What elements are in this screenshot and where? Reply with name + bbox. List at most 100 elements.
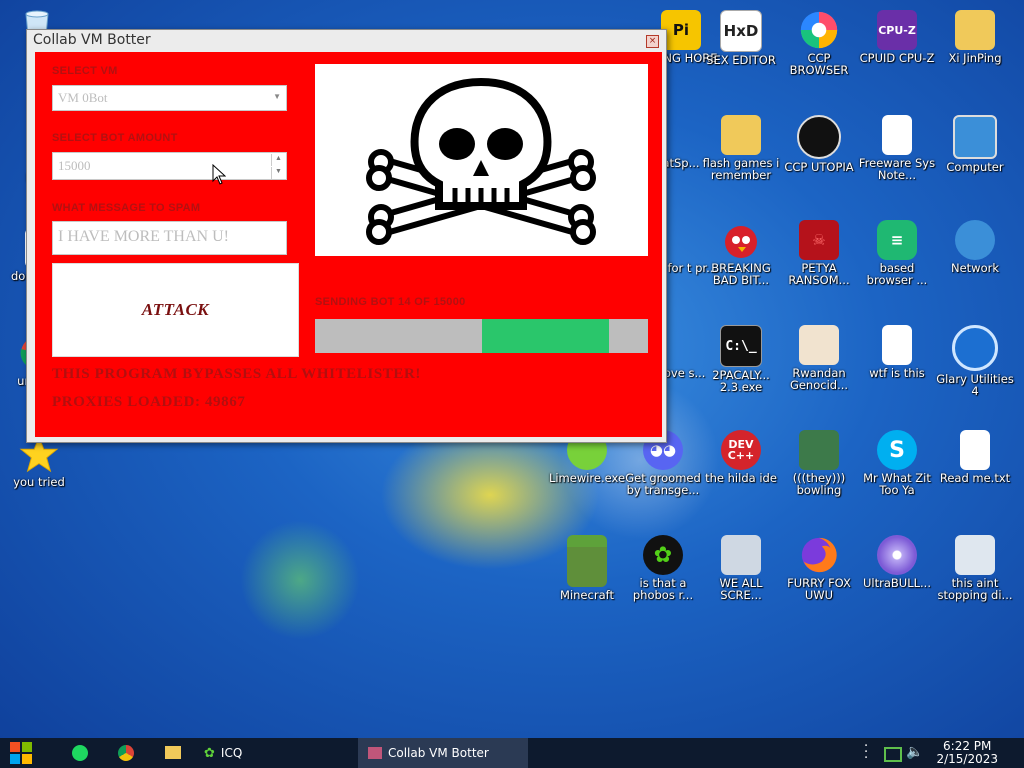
select-vm-dropdown[interactable]: VM 0Bot ▼ [52,85,287,111]
select-vm-label: SELECT VM [52,65,118,77]
app-icon [661,220,701,260]
collab-vm-botter-window: Collab VM Botter × SELECT VM VM 0Bot ▼ S… [26,29,667,443]
desktop-icon-label: WE ALL SCRE... [719,576,763,602]
skull-image-panel [315,64,648,256]
meme-icon [799,325,839,365]
desktop-icon-phobos[interactable]: ✿ is that a phobos r... [622,535,704,601]
desktop-icon-label: based browser ... [866,261,928,287]
desktop-icon-cpuz[interactable]: CPU-Z CPUID CPU-Z [856,10,938,64]
text-file-icon [882,325,912,365]
attack-button[interactable]: ATTACK [52,263,299,357]
cpuz-icon: CPU-Z [877,10,917,50]
desktop-icon-label: BREAKING BAD BIT... [711,261,771,287]
glary-icon [952,325,998,371]
text-file-icon [960,430,990,470]
desktop-icon-wtf-is-this[interactable]: wtf is this [856,325,938,379]
hxd-icon: HxD [720,10,762,52]
mouse-cursor-icon [212,164,226,185]
select-vm-value: VM 0Bot [58,90,108,105]
start-button[interactable] [10,742,32,764]
network-tray-icon[interactable] [884,747,902,762]
desktop-icon-skype[interactable]: S Mr What Zit Too Ya [856,430,938,496]
folder-user-icon [955,10,995,50]
stepper-down-icon[interactable]: ▼ [271,167,285,179]
desktop-icon-label: CCP UTOPIA [784,160,854,174]
taskbar-app-collab-vm-botter[interactable]: Collab VM Botter [358,738,528,768]
skull-icon: ☠ [799,220,839,260]
collab-vm-icon [368,747,382,759]
desktop-icon-label: flash games i remember [702,156,780,182]
desktop-icon-this-aint-stopping[interactable]: this aint stopping di... [934,535,1016,601]
desktop-icon-read-me[interactable]: Read me.txt [934,430,1016,484]
message-value: I HAVE MORE THAN U! [58,228,229,245]
firefox-icon [799,535,839,575]
desktop-icon-computer[interactable]: Computer [934,115,1016,173]
sending-status-text: SENDING BOT 14 OF 15000 [315,296,466,308]
desktop-icon-label: Glary Utilities 4 [936,372,1014,398]
folder-icon [721,115,761,155]
installer-icon [955,535,995,575]
network-icon [955,220,995,260]
taskbar-app-icq[interactable]: ✿ ICQ [204,738,242,768]
desktop-icon-label: Limewire.exe [548,471,626,485]
desktop-icon-we-all-scream[interactable]: WE ALL SCRE... [700,535,782,601]
desktop-icon-label: Read me.txt [939,471,1011,485]
desktop-icon-label: (((they))) bowling [792,471,846,497]
clock-date: 2/15/2023 [936,752,998,766]
desktop-icon-label: Mr What Zit Too Ya [863,471,931,497]
skull-crossbones-icon [366,77,596,245]
desktop-icon-freeware-sys-note[interactable]: Freeware Sys Note... [856,115,938,181]
desktop-icon-hilda-ide[interactable]: DEV C++ the hilda ide [700,430,782,484]
desktop-icon-sex-editor[interactable]: HxD SEX EDITOR [700,10,782,66]
desktop-icon-label: Rwandan Genocid... [789,366,849,392]
progress-fill [482,319,609,353]
desktop-icon-label: 2PACALY... 2.3.exe [712,368,770,394]
desktop-icon-glary[interactable]: Glary Utilities 4 [934,325,1016,397]
volume-icon[interactable]: 🔈 [906,744,923,760]
bot-amount-stepper[interactable]: 15000 ▲ ▼ [52,152,287,180]
desktop-icon-label: Freeware Sys Note... [858,156,936,182]
computer-icon [953,115,997,159]
message-input[interactable]: I HAVE MORE THAN U! [52,221,287,255]
attack-button-label: ATTACK [141,300,210,319]
desktop-icon-rwandan[interactable]: Rwandan Genocid... [778,325,860,391]
folder-icon[interactable] [165,746,181,759]
desktop-icon-petya[interactable]: ☠ PETYA RANSOM... [778,220,860,286]
spotify-icon[interactable] [72,745,88,761]
chevron-down-icon: ▼ [273,92,281,101]
desktop-icon-label: FURRY FOX UWU [787,576,851,602]
desktop-icon-label: this aint stopping di... [937,576,1013,602]
desktop-icon-label: Computer [946,160,1004,174]
stepper-up-icon[interactable]: ▲ [271,154,285,166]
desktop-icon-minecraft[interactable]: Minecraft [546,535,628,601]
taskbar-app-label: Collab VM Botter [388,746,489,760]
desktop-icon-network[interactable]: Network [934,220,1016,274]
window-body: SELECT VM VM 0Bot ▼ SELECT BOT AMOUNT 15… [35,52,662,437]
clock[interactable]: 6:22 PM 2/15/2023 [936,740,998,766]
desktop-icon-flash-games[interactable]: flash games i remember [700,115,782,181]
close-button[interactable]: × [646,35,659,48]
desktop-icon-label: Minecraft [560,588,614,602]
desktop-icon-ccp-utopia[interactable]: CCP UTOPIA [778,115,860,173]
desktop-icon-xi-jinping[interactable]: Xi JinPing [934,10,1016,64]
desktop-icon-label: PETYA RANSOM... [788,261,850,287]
setup-icon [721,535,761,575]
chrome-icon[interactable] [118,745,134,761]
desktop-icon-ccp-browser[interactable]: CCP BROWSER [778,10,860,76]
desktop-icon-bowling[interactable]: (((they))) bowling [778,430,860,496]
desktop-icon-ultrabull[interactable]: UltraBULL... [856,535,938,589]
desktop-icon-2pacalypse[interactable]: C:\_ 2PACALY... 2.3.exe [700,325,782,393]
desktop-icon-based-browser[interactable]: ≡ based browser ... [856,220,938,286]
green-chat-icon: ≡ [877,220,917,260]
desktop-icon-breaking-bad[interactable]: BREAKING BAD BIT... [700,220,782,286]
desktop-icon-furry-fox[interactable]: FURRY FOX UWU [778,535,860,601]
desktop-icon-label: wtf is this [869,366,925,380]
app-icon [661,115,701,155]
terminal-icon: C:\_ [720,325,762,367]
desktop-icon-label: Xi JinPing [948,51,1002,65]
game-icon: Pi [661,10,701,50]
desktop-icon-label: is that a phobos r... [632,576,694,602]
overflow-menu-icon[interactable]: · · · [864,740,868,765]
browser-icon [799,10,839,50]
desktop-icon-label: Get groomed by transge... [625,471,701,497]
